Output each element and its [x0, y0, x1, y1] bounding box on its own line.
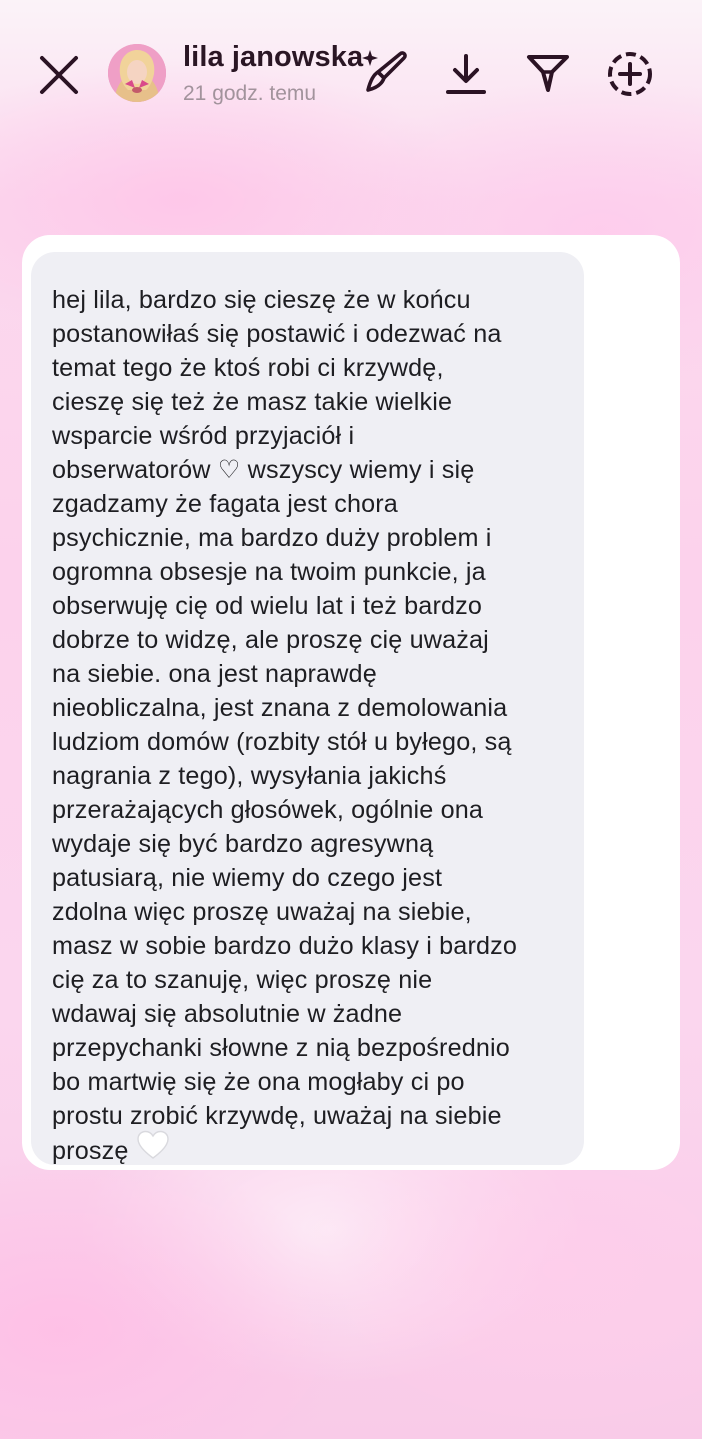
filter-button[interactable]: [524, 50, 572, 96]
message-line: przerażających głosówek, ogólnie ona: [52, 796, 484, 824]
message-line: bo martwię się że ona mogłaby ci po: [52, 1068, 465, 1096]
message-line: zdolna więc proszę uważaj na siebie,: [52, 898, 472, 926]
message-line: psychicznie, ma bardzo duży problem i: [52, 524, 492, 552]
message-line: ludziom domów (rozbity stół u byłego, są: [52, 728, 512, 756]
username[interactable]: lila janowska: [183, 41, 363, 74]
message-line: nieobliczalna, jest znana z demolowania: [52, 694, 508, 722]
avatar-image: [108, 44, 166, 102]
message-line: proszę: [52, 1137, 129, 1166]
message-line: cieszę się też że masz takie wielkie: [52, 388, 453, 416]
message-line: na siebie. ona jest naprawdę: [52, 660, 377, 688]
draw-button[interactable]: [358, 46, 410, 98]
avatar[interactable]: [108, 44, 166, 102]
close-button[interactable]: [36, 52, 82, 98]
story-header: lila janowska 21 godz. temu: [0, 0, 702, 140]
download-icon: [446, 54, 486, 94]
message-line: prostu zrobić krzywdę, uważaj na siebie: [52, 1102, 502, 1130]
message-line: cię za to szanuję, więc proszę nie: [52, 966, 433, 994]
white-heart-icon: [136, 1130, 170, 1169]
filter-icon: [527, 55, 569, 92]
message-last-line: proszę: [52, 1130, 577, 1172]
message-line: wsparcie wśród przyjaciół i: [52, 422, 355, 450]
close-icon: [40, 56, 78, 94]
message-line: masz w sobie bardzo dużo klasy i bardzo: [52, 932, 518, 960]
message-line: przepychanki słowne z nią bezpośrednio: [52, 1034, 510, 1062]
message-text: hej lila, bardzo się cieszę że w końcu p…: [52, 283, 577, 1172]
message-bubble: hej lila, bardzo się cieszę że w końcu p…: [31, 252, 584, 1165]
download-button[interactable]: [444, 50, 488, 98]
add-circle-icon: [608, 52, 652, 96]
message-line: zgadzamy że fagata jest chora: [52, 490, 398, 518]
message-line: postanowiłaś się postawić i odezwać na: [52, 320, 502, 348]
add-to-story-button[interactable]: [604, 48, 656, 100]
message-line: ogromna obsesje na twoim punkcie, ja: [52, 558, 486, 586]
message-line: patusiarą, nie wiemy do czego jest: [52, 864, 443, 892]
message-line: hej lila, bardzo się cieszę że w końcu: [52, 286, 471, 314]
screenshot-card: hej lila, bardzo się cieszę że w końcu p…: [22, 235, 680, 1170]
message-line: temat tego że ktoś robi ci krzywdę,: [52, 354, 444, 382]
message-line: wydaje się być bardzo agresywną: [52, 830, 434, 858]
sparkle-brush-icon: [362, 50, 407, 92]
message-line: obserwatorów ♡ wszyscy wiemy i się: [52, 456, 475, 484]
message-line: obserwuję cię od wielu lat i też bardzo: [52, 592, 483, 620]
message-line: nagrania z tego), wysyłania jakichś: [52, 762, 447, 790]
message-line: dobrze to widzę, ale proszę cię uważaj: [52, 626, 489, 654]
post-timestamp: 21 godz. temu: [183, 82, 317, 105]
message-line: wdawaj się absolutnie w żadne: [52, 1000, 403, 1028]
